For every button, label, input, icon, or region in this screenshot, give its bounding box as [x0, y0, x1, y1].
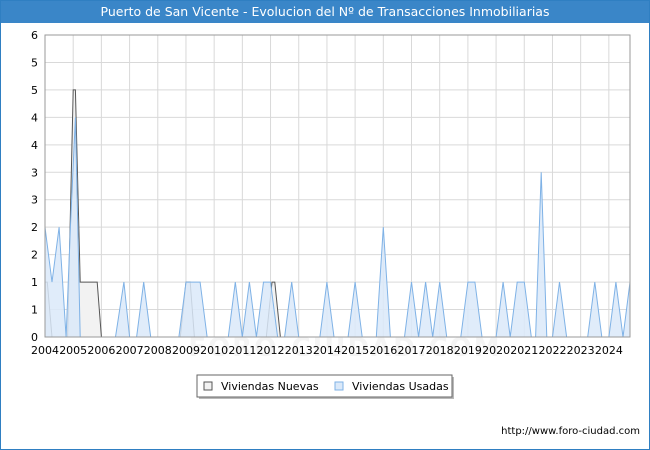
- x-tick-label: 2021: [510, 344, 538, 357]
- x-tick-label: 2008: [144, 344, 172, 357]
- x-tick-label: 2020: [482, 344, 510, 357]
- series-group: [44, 89, 631, 338]
- x-axis-ticks: 2004 2005 2006 2007 2008 2009 2010 2011 2012 2013…: [31, 344, 623, 357]
- x-tick-label: 2007: [116, 344, 144, 357]
- legend-label-nuevas: Viviendas Nuevas: [221, 380, 319, 393]
- x-tick-label: 2006: [87, 344, 115, 357]
- x-tick-label: 2015: [341, 344, 369, 357]
- x-tick-label: 2016: [369, 344, 397, 357]
- y-tick-label: 3: [31, 194, 38, 207]
- legend: Viviendas Nuevas Viviendas Usadas: [196, 374, 454, 399]
- y-tick-label: 4: [31, 111, 38, 124]
- x-tick-label: 2019: [454, 344, 482, 357]
- legend-swatch-usadas: [334, 381, 344, 391]
- y-axis-ticks: 0 1 1 2 2 3 3 4 4 5 5 6: [31, 29, 38, 344]
- x-tick-label: 2017: [398, 344, 426, 357]
- x-tick-label: 2022: [538, 344, 566, 357]
- x-tick-label: 2023: [567, 344, 595, 357]
- x-tick-label: 2005: [59, 344, 87, 357]
- x-tick-label: 2004: [31, 344, 59, 357]
- chart-svg: FORO-CIUDAD.COM 011223344556 20042005200…: [31, 29, 631, 399]
- chart-window: Puerto de San Vicente - Evolucion del Nº…: [0, 0, 650, 450]
- y-tick-label: 3: [31, 166, 38, 179]
- y-tick-label: 1: [31, 304, 38, 317]
- x-tick-label: 2018: [426, 344, 454, 357]
- x-tick-label: 2013: [285, 344, 313, 357]
- y-tick-label: 1: [31, 276, 38, 289]
- x-tick-label: 2009: [172, 344, 200, 357]
- y-tick-label: 2: [31, 249, 38, 262]
- footer-url[interactable]: http://www.foro-ciudad.com: [501, 426, 640, 437]
- y-tick-label: 0: [31, 331, 38, 344]
- x-tick-label: 2024: [595, 344, 623, 357]
- legend-swatch-nuevas: [203, 381, 213, 391]
- x-tick-label: 2012: [257, 344, 285, 357]
- x-tick-label: 2011: [228, 344, 256, 357]
- x-tick-label: 2010: [200, 344, 228, 357]
- legend-label-usadas: Viviendas Usadas: [352, 380, 449, 393]
- x-tick-label: 2014: [313, 344, 341, 357]
- y-tick-label: 5: [31, 84, 38, 97]
- y-tick-label: 5: [31, 56, 38, 69]
- y-tick-label: 2: [31, 221, 38, 234]
- y-tick-label: 4: [31, 139, 38, 152]
- y-tick-label: 6: [31, 29, 38, 42]
